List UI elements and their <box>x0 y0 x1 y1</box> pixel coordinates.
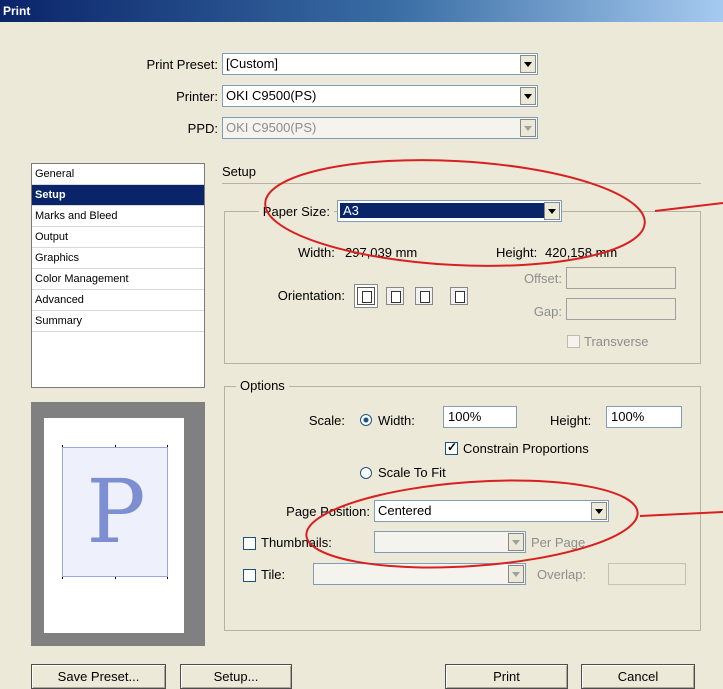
annotation-overlay <box>264 159 723 569</box>
annotation-line <box>654 202 723 212</box>
annotation-line <box>639 511 723 517</box>
annotation-ellipse <box>264 159 646 267</box>
annotation-ellipse <box>305 479 639 569</box>
